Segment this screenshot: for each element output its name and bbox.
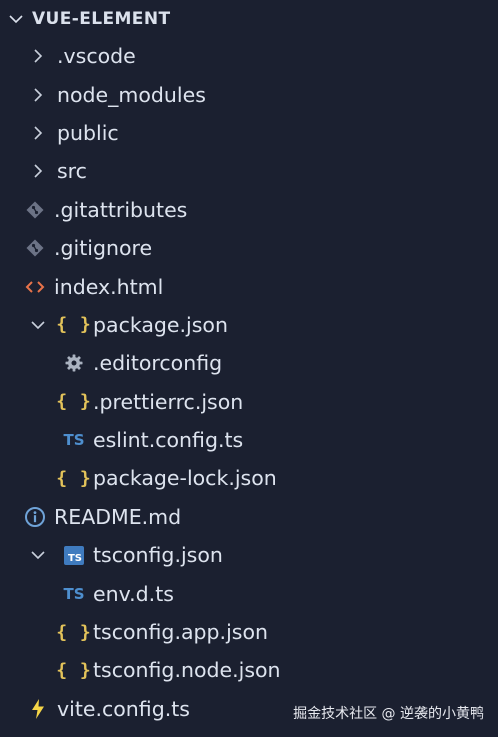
json-icon: { } (56, 391, 92, 413)
tree-item-label: .editorconfig (93, 351, 223, 376)
file-tree: .vscode node_modules public src .gitattr… (0, 37, 498, 728)
chevron-down-icon (27, 543, 49, 567)
typescript-icon: TS (63, 584, 85, 603)
chevron-right-icon (27, 121, 49, 145)
tree-item-label: env.d.ts (93, 581, 174, 606)
tree-item-eslint-config[interactable]: TS eslint.config.ts (0, 421, 498, 459)
tree-item-gitignore[interactable]: .gitignore (0, 229, 498, 267)
tree-item-package-lock[interactable]: { } package-lock.json (0, 459, 498, 497)
chevron-right-icon (27, 159, 49, 183)
json-icon: { } (56, 621, 92, 643)
json-icon: { } (56, 659, 92, 681)
tree-item-label: .vscode (57, 44, 136, 69)
tree-item-label: public (57, 120, 119, 145)
info-icon (24, 505, 46, 529)
chevron-down-icon (27, 313, 49, 337)
watermark: 掘金技术社区 @ 逆袭的小黄鸭 (293, 706, 484, 722)
html-icon (24, 275, 46, 299)
tree-item-label: .prettierrc.json (93, 389, 244, 414)
tree-item-env-d-ts[interactable]: TS env.d.ts (0, 574, 498, 612)
tree-item-editorconfig[interactable]: .editorconfig (0, 344, 498, 382)
chevron-down-icon (6, 9, 26, 29)
vite-icon (27, 697, 49, 721)
tree-item-tsconfig-app[interactable]: { } tsconfig.app.json (0, 613, 498, 651)
tree-item-public[interactable]: public (0, 114, 498, 152)
explorer-root-header[interactable]: VUE-ELEMENT (0, 0, 498, 37)
tree-item-readme[interactable]: README.md (0, 498, 498, 536)
tree-item-label: index.html (54, 274, 164, 299)
tree-item-label: .gitignore (54, 236, 153, 261)
tree-item-label: eslint.config.ts (93, 428, 244, 453)
tree-item-label: node_modules (57, 82, 206, 107)
tree-item-label: tsconfig.json (93, 543, 223, 568)
tree-item-tsconfig[interactable]: TS tsconfig.json (0, 536, 498, 574)
tree-item-label: README.md (54, 504, 182, 529)
tree-item-label: vite.config.ts (57, 696, 190, 721)
tree-item-label: tsconfig.app.json (93, 620, 268, 645)
json-icon: { } (56, 314, 92, 336)
tree-item-label: package.json (93, 312, 228, 337)
tree-item-index-html[interactable]: index.html (0, 267, 498, 305)
explorer-root-title: VUE-ELEMENT (32, 8, 171, 29)
gear-icon (63, 351, 85, 375)
tree-item-node-modules[interactable]: node_modules (0, 75, 498, 113)
typescript-icon: TS (63, 431, 85, 450)
tree-item-gitattributes[interactable]: .gitattributes (0, 191, 498, 229)
tsconfig-icon: TS (63, 543, 85, 567)
tree-item-src[interactable]: src (0, 152, 498, 190)
tree-item-vscode[interactable]: .vscode (0, 37, 498, 75)
tree-item-label: src (57, 159, 87, 184)
tree-item-package-json[interactable]: { } package.json (0, 306, 498, 344)
tree-item-tsconfig-node[interactable]: { } tsconfig.node.json (0, 651, 498, 689)
chevron-right-icon (27, 44, 49, 68)
json-icon: { } (56, 467, 92, 489)
tree-item-label: tsconfig.node.json (93, 658, 281, 683)
git-icon (24, 236, 46, 260)
tree-item-label: package-lock.json (93, 466, 277, 491)
tree-item-label: .gitattributes (54, 197, 188, 222)
tree-item-prettierrc[interactable]: { } .prettierrc.json (0, 383, 498, 421)
git-icon (24, 198, 46, 222)
chevron-right-icon (27, 83, 49, 107)
